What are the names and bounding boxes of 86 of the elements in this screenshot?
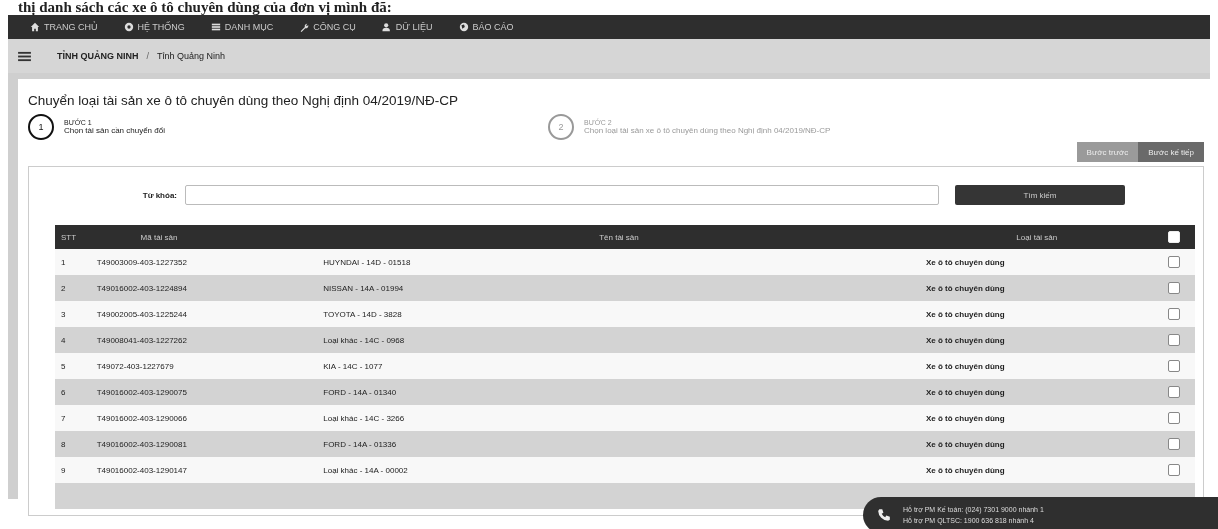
table-cell-text: T49003009-403-1227352 bbox=[95, 257, 188, 267]
column-header: Tên tài sản bbox=[598, 232, 640, 242]
table-cell-text: 2 bbox=[60, 283, 67, 293]
keyword-label: Từ khóa: bbox=[141, 190, 177, 200]
step-number: 2 bbox=[548, 114, 574, 140]
table-cell-text: NISSAN - 14A - 01994 bbox=[322, 283, 405, 293]
row-checkbox[interactable] bbox=[1168, 256, 1181, 268]
table-cell-text: HUYNDAI - 14D - 01518 bbox=[322, 257, 412, 267]
table-cell-text: Xe ô tô chuyên dùng bbox=[924, 465, 1006, 475]
table-cell-text: T49008041-403-1227262 bbox=[95, 335, 188, 345]
breadcrumb-separator: / bbox=[146, 51, 149, 61]
table-row[interactable]: 1 T49003009-403-1227352 HUYNDAI - 14D - 01518 Xe ô tô chuyên dùng bbox=[55, 249, 1195, 275]
table-cell-text: KIA - 14C - 1077 bbox=[322, 361, 384, 371]
table-cell-text: Xe ô tô chuyên dùng bbox=[924, 283, 1006, 293]
table-row[interactable]: 5 T49072-403-1227679 KIA - 14C - 1077 Xe ô tô chuyên dùng bbox=[55, 353, 1195, 379]
step-description: Chọn loại tài sản xe ô tô chuyên dùng theo Nghị định 04/2019/NĐ-CP bbox=[584, 126, 831, 135]
row-checkbox[interactable] bbox=[1168, 334, 1181, 346]
page-title: Chuyển loại tài sản xe ô tô chuyên dùng theo Nghị định 04/2019/NĐ-CP bbox=[28, 93, 460, 108]
table-row[interactable]: 6 T49016002-403-1290075 FORD - 14A - 01340 Xe ô tô chuyên dùng bbox=[55, 379, 1195, 405]
menu-icon[interactable] bbox=[18, 50, 31, 62]
table-row[interactable]: 3 T49002005-403-1225244 TOYOTA - 14D - 3828 Xe ô tô chuyên dùng bbox=[55, 301, 1195, 327]
table-cell-text: Loại khác - 14A - 00002 bbox=[322, 465, 409, 475]
column-header: STT bbox=[60, 232, 78, 242]
table-cell-text: Xe ô tô chuyên dùng bbox=[924, 335, 1006, 345]
table-cell-text: Xe ô tô chuyên dùng bbox=[924, 257, 1006, 267]
row-checkbox[interactable] bbox=[1168, 438, 1181, 450]
row-checkbox[interactable] bbox=[1168, 282, 1181, 294]
table-cell-text: T49016002-403-1290066 bbox=[95, 413, 188, 423]
document-caption: thị danh sách các xe ô tô chuyên dùng của đơn vị mình đã: bbox=[17, 0, 393, 15]
nav-link[interactable]: TRANG CHỦ bbox=[30, 22, 98, 32]
wrench-icon bbox=[299, 22, 310, 32]
phone-icon bbox=[877, 508, 891, 522]
step-description: Chọn tài sản cần chuyển đổi bbox=[64, 126, 165, 135]
row-checkbox[interactable] bbox=[1168, 360, 1181, 372]
nav-link[interactable]: CÔNG CỤ bbox=[299, 22, 356, 32]
select-all-checkbox[interactable] bbox=[1168, 231, 1181, 243]
table-cell-text: 7 bbox=[60, 413, 67, 423]
table-cell-text: Loại khác - 14C - 0968 bbox=[322, 335, 406, 345]
search-button[interactable]: Tìm kiếm bbox=[955, 185, 1125, 205]
column-header: Mã tài sản bbox=[139, 232, 179, 242]
user-icon bbox=[381, 22, 392, 32]
table-cell-text: TOYOTA - 14D - 3828 bbox=[322, 309, 403, 319]
table-cell-text: 5 bbox=[60, 361, 67, 371]
row-checkbox[interactable] bbox=[1168, 412, 1181, 424]
nav-link[interactable]: BÁO CÁO bbox=[458, 22, 514, 32]
step-number: 1 bbox=[28, 114, 54, 140]
home-icon bbox=[30, 22, 40, 32]
table-cell-text: Xe ô tô chuyên dùng bbox=[924, 413, 1006, 423]
nav-link[interactable]: HỆ THỐNG bbox=[123, 22, 185, 32]
next-step-button[interactable]: Bước kế tiếp bbox=[1138, 142, 1204, 162]
table-row[interactable]: 2 T49016002-403-1224894 NISSAN - 14A - 01994 Xe ô tô chuyên dùng bbox=[55, 275, 1195, 301]
table-cell-text: FORD - 14A - 01340 bbox=[322, 387, 398, 397]
table-cell-text: 6 bbox=[60, 387, 67, 397]
table-cell-text: FORD - 14A - 01336 bbox=[322, 439, 398, 449]
table-cell-text: Xe ô tô chuyên dùng bbox=[924, 309, 1006, 319]
table-cell-text: 1 bbox=[60, 257, 67, 267]
breadcrumb-item[interactable]: TỈNH QUẢNG NINH bbox=[57, 51, 139, 61]
nav-link[interactable]: DỮ LIỆU bbox=[381, 22, 433, 32]
row-checkbox[interactable] bbox=[1168, 386, 1181, 398]
column-header: Loại tài sản bbox=[1015, 232, 1059, 242]
table-cell-text: T49002005-403-1225244 bbox=[95, 309, 188, 319]
table-cell-text: 9 bbox=[60, 465, 67, 475]
globe-icon bbox=[458, 22, 469, 32]
table-cell-text: T49016002-403-1290075 bbox=[95, 387, 188, 397]
nav-link[interactable]: DANH MỤC bbox=[210, 22, 274, 32]
gear-icon bbox=[123, 22, 134, 32]
breadcrumb-item: Tỉnh Quảng Ninh bbox=[157, 51, 226, 61]
table-row[interactable]: 4 T49008041-403-1227262 Loại khác - 14C - 0968 Xe ô tô chuyên dùng bbox=[55, 327, 1195, 353]
table-cell-text: Xe ô tô chuyên dùng bbox=[924, 361, 1006, 371]
table-cell-text: Loại khác - 14C - 3266 bbox=[322, 413, 406, 423]
table-cell-text: 3 bbox=[60, 309, 67, 319]
table-cell-text: T49072-403-1227679 bbox=[95, 361, 175, 371]
table-cell-text: Xe ô tô chuyên dùng bbox=[924, 439, 1006, 449]
list-icon bbox=[210, 22, 221, 32]
table-row[interactable]: 7 T49016002-403-1290066 Loại khác - 14C - 3266 Xe ô tô chuyên dùng bbox=[55, 405, 1195, 431]
keyword-input[interactable] bbox=[185, 185, 939, 205]
table-cell-text: 8 bbox=[60, 439, 67, 449]
table-row[interactable]: 8 T49016002-403-1290081 FORD - 14A - 01336 Xe ô tô chuyên dùng bbox=[55, 431, 1195, 457]
table-row[interactable]: 9 T49016002-403-1290147 Loại khác - 14A - 00002 Xe ô tô chuyên dùng bbox=[55, 457, 1195, 483]
row-checkbox[interactable] bbox=[1168, 464, 1181, 476]
table-cell-text: T49016002-403-1224894 bbox=[95, 283, 188, 293]
table-cell-text: Xe ô tô chuyên dùng bbox=[924, 387, 1006, 397]
table-cell-text: T49016002-403-1290147 bbox=[95, 465, 188, 475]
table-cell-text: 4 bbox=[60, 335, 67, 345]
table-cell-text: T49016002-403-1290081 bbox=[95, 439, 188, 449]
row-checkbox[interactable] bbox=[1168, 308, 1181, 320]
